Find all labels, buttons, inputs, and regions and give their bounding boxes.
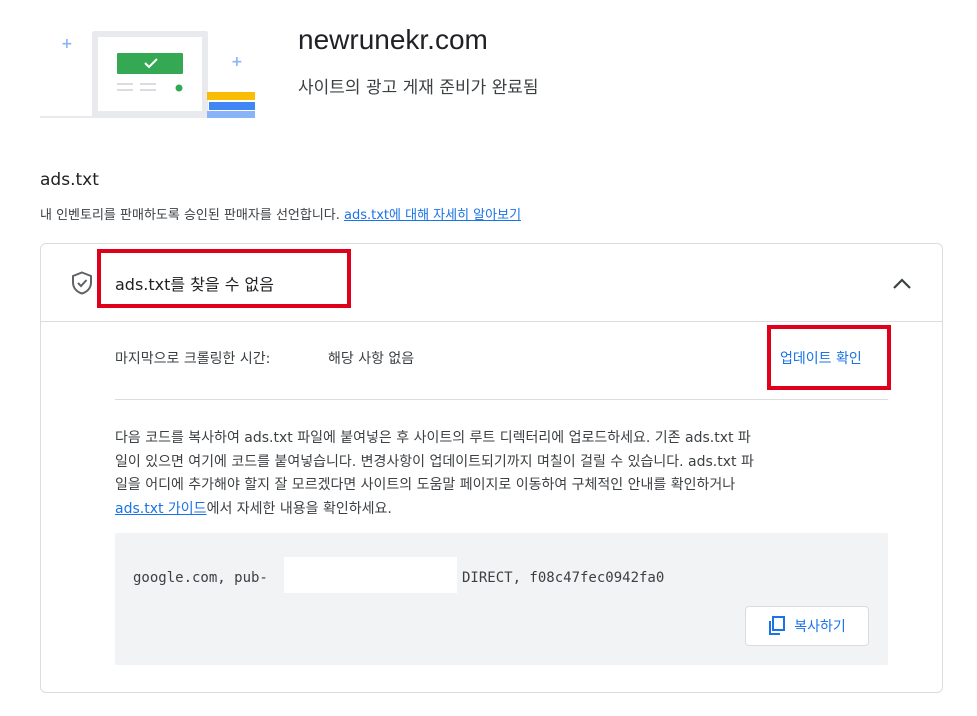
section-title: ads.txt [40,170,99,190]
ads-ready-illustration: + + [40,31,255,118]
divider [115,399,888,400]
code-suffix: DIRECT, f08c47fec0942fa0 [462,570,665,586]
ads-txt-guide-link[interactable]: ads.txt 가이드 [115,501,207,517]
svg-text:+: + [231,54,243,70]
redacted-publisher-id [284,557,457,593]
highlight-box-status [97,249,351,308]
chevron-up-icon[interactable] [890,274,914,292]
instructions-text: 다음 코드를 복사하여 ads.txt 파일에 붙여넣은 후 사이트의 루트 디… [115,427,895,521]
section-description-text: 내 인벤토리를 판매하도록 승인된 판매자를 선언합니다. [40,208,340,223]
highlight-box-update [767,325,891,390]
site-domain: newrunekr.com [298,24,488,55]
copy-button-label: 복사하기 [794,619,846,635]
section-description: 내 인벤토리를 판매하도록 승인된 판매자를 선언합니다. ads.txt에 대… [40,204,521,223]
site-status-text: 사이트의 광고 게재 준비가 완료됨 [298,78,539,98]
code-box: google.com, pub- DIRECT, f08c47fec0942fa… [115,533,888,665]
instructions-line: 다음 코드를 복사하여 ads.txt 파일에 붙여넣은 후 사이트의 루트 디… [115,430,751,446]
instructions-line: 일을 어디에 추가해야 할지 잘 모르겠다면 사이트의 도움말 페이지로 이동하… [115,477,736,493]
copy-icon [769,616,786,635]
last-crawl-value: 해당 사항 없음 [328,351,415,367]
instructions-line: 일이 있으면 여기에 코드를 붙여넣습니다. 변경사항이 업데이트되기까지 며칠… [115,453,754,470]
instructions-line-rest: 에서 자세한 내용을 확인하세요. [206,500,392,517]
code-prefix: google.com, pub- [133,570,268,586]
instructions-line-last: ads.txt 가이드에서 자세한 내용을 확인하세요. [115,498,895,522]
copy-button[interactable]: 복사하기 [745,606,869,646]
last-crawl-label: 마지막으로 크롤링한 시간: [115,351,271,367]
learn-more-link[interactable]: ads.txt에 대해 자세히 알아보기 [344,208,521,223]
shield-check-icon [72,271,92,295]
svg-text:+: + [61,36,73,52]
